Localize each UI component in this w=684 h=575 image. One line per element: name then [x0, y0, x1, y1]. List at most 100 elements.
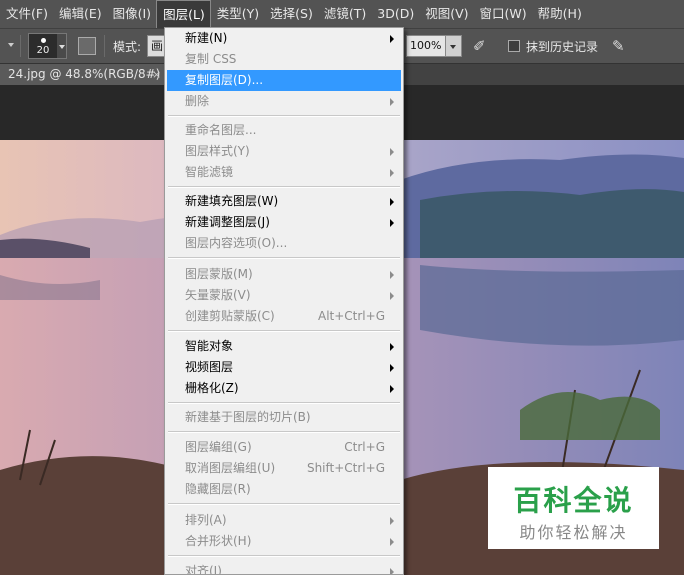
menu-item-combine-shapes: 合并形状(H)	[167, 531, 401, 552]
brush-size-value: 20	[36, 45, 50, 56]
menu-item-new-adjustment-layer[interactable]: 新建调整图层(J)	[167, 212, 401, 233]
close-tab-icon[interactable]: ×	[152, 64, 161, 85]
submenu-arrow-icon	[390, 35, 394, 43]
erase-to-history-checkbox[interactable]	[508, 40, 520, 52]
menu-item-video-layers[interactable]: 视频图层	[167, 357, 401, 378]
document-tab-title: 24.jpg @ 48.8%(RGB/8#)	[8, 67, 161, 81]
menu-3d[interactable]: 3D(D)	[371, 0, 419, 28]
menu-image[interactable]: 图像(I)	[107, 0, 156, 28]
brush-size-preview[interactable]: 20	[28, 33, 58, 59]
divider	[20, 35, 21, 57]
menu-separator	[168, 330, 400, 332]
submenu-arrow-icon	[390, 517, 394, 525]
submenu-arrow-icon	[390, 292, 394, 300]
submenu-arrow-icon	[390, 169, 394, 177]
menu-item-label: 视频图层	[185, 360, 234, 374]
menu-edit[interactable]: 编辑(E)	[53, 0, 107, 28]
menu-item-label: 取消图层编组(U)	[185, 461, 276, 475]
menu-item-label: 图层内容选项(O)...	[185, 236, 288, 250]
menu-file[interactable]: 文件(F)	[0, 0, 53, 28]
brush-panel-toggle-icon[interactable]	[78, 37, 96, 55]
submenu-arrow-icon	[390, 568, 394, 574]
menu-item-label: 排列(A)	[185, 513, 227, 527]
submenu-arrow-icon	[390, 98, 394, 106]
menu-item-group-layers: 图层编组(G) Ctrl+G	[167, 437, 401, 458]
submenu-arrow-icon	[390, 198, 394, 206]
menu-select[interactable]: 选择(S)	[264, 0, 318, 28]
menu-separator	[168, 555, 400, 557]
document-tab[interactable]: 24.jpg @ 48.8%(RGB/8#) ×	[0, 64, 167, 86]
menu-item-label: 图层编组(G)	[185, 440, 252, 454]
menu-item-layer-content-options: 图层内容选项(O)...	[167, 233, 401, 254]
menu-item-rasterize[interactable]: 栅格化(Z)	[167, 378, 401, 399]
menu-item-duplicate-layer[interactable]: 复制图层(D)...	[167, 70, 401, 91]
menu-item-align: 对齐(I)	[167, 561, 401, 575]
menu-item-arrange: 排列(A)	[167, 510, 401, 531]
layer-menu-dropdown: 新建(N) 复制 CSS 复制图层(D)... 删除 重命名图层... 图层样式…	[164, 27, 404, 575]
mode-label: 模式:	[113, 40, 142, 54]
menu-item-vector-mask: 矢量蒙版(V)	[167, 285, 401, 306]
menu-item-copy-css: 复制 CSS	[167, 49, 401, 70]
menu-item-label: 新建调整图层(J)	[185, 215, 270, 229]
menu-separator	[168, 431, 400, 433]
menu-item-label: 新建填充图层(W)	[185, 194, 279, 208]
watermark-subtitle: 助你轻松解决	[519, 523, 628, 542]
menu-item-label: 创建剪贴蒙版(C)	[185, 309, 275, 323]
erase-to-history-label: 抹到历史记录	[526, 40, 599, 54]
submenu-arrow-icon	[390, 538, 394, 546]
submenu-arrow-icon	[390, 148, 394, 156]
submenu-arrow-icon	[390, 364, 394, 372]
menu-item-label: 复制图层(D)...	[185, 73, 264, 87]
menu-item-label: 矢量蒙版(V)	[185, 288, 251, 302]
menu-item-layer-style: 图层样式(Y)	[167, 141, 401, 162]
flow-dropdown[interactable]	[446, 35, 462, 57]
menu-bar: 文件(F) 编辑(E) 图像(I) 图层(L) 类型(Y) 选择(S) 滤镜(T…	[0, 0, 684, 28]
menu-separator	[168, 186, 400, 188]
menu-item-new[interactable]: 新建(N)	[167, 28, 401, 49]
watermark-logo: 百科全说 助你轻松解决	[488, 467, 659, 549]
menu-item-layer-mask: 图层蒙版(M)	[167, 264, 401, 285]
flow-value-field[interactable]: 100%	[406, 35, 446, 57]
menu-help[interactable]: 帮助(H)	[532, 0, 587, 28]
menu-item-label: 合并形状(H)	[185, 534, 252, 548]
menu-item-rename-layer: 重命名图层...	[167, 120, 401, 141]
submenu-arrow-icon	[390, 385, 394, 393]
brush-picker-dropdown[interactable]	[57, 33, 67, 59]
menu-item-label: 重命名图层...	[185, 123, 257, 137]
menu-view[interactable]: 视图(V)	[419, 0, 473, 28]
menu-item-shortcut: Shift+Ctrl+G	[306, 461, 385, 475]
menu-item-label: 智能对象	[185, 339, 234, 353]
menu-separator	[168, 503, 400, 505]
menu-type[interactable]: 类型(Y)	[211, 0, 264, 28]
menu-item-label: 栅格化(Z)	[185, 381, 239, 395]
menu-separator	[168, 257, 400, 259]
menu-item-label: 图层蒙版(M)	[185, 267, 253, 281]
airbrush-icon[interactable]: ✐	[473, 37, 493, 55]
menu-item-smart-object[interactable]: 智能对象	[167, 336, 401, 357]
menu-item-label: 对齐(I)	[185, 564, 222, 575]
menu-item-smart-filter: 智能滤镜	[167, 162, 401, 183]
menu-item-new-fill-layer[interactable]: 新建填充图层(W)	[167, 191, 401, 212]
tool-preset-dropdown-icon[interactable]	[8, 43, 14, 47]
pressure-icon[interactable]: ✎	[612, 36, 632, 56]
menu-item-shortcut: Ctrl+G	[344, 440, 385, 454]
menu-item-ungroup-layers: 取消图层编组(U) Shift+Ctrl+G	[167, 458, 401, 479]
menu-separator	[168, 402, 400, 404]
menu-filter[interactable]: 滤镜(T)	[318, 0, 371, 28]
menu-item-label: 新建(N)	[185, 31, 228, 45]
divider	[104, 35, 105, 57]
menu-item-delete: 删除	[167, 91, 401, 112]
menu-item-shortcut: Alt+Ctrl+G	[317, 309, 385, 323]
menu-item-label: 复制 CSS	[185, 52, 237, 66]
brush-tip-icon	[41, 38, 46, 43]
menu-item-new-layer-based-slice: 新建基于图层的切片(B)	[167, 407, 401, 428]
menu-item-label: 图层样式(Y)	[185, 144, 250, 158]
menu-window[interactable]: 窗口(W)	[474, 0, 532, 28]
menu-item-label: 删除	[185, 94, 210, 108]
menu-item-hide-layers: 隐藏图层(R)	[167, 479, 401, 500]
menu-item-label: 新建基于图层的切片(B)	[185, 410, 311, 424]
menu-layer[interactable]: 图层(L)	[156, 0, 211, 28]
menu-item-label: 隐藏图层(R)	[185, 482, 251, 496]
submenu-arrow-icon	[390, 219, 394, 227]
menu-item-label: 智能滤镜	[185, 165, 234, 179]
